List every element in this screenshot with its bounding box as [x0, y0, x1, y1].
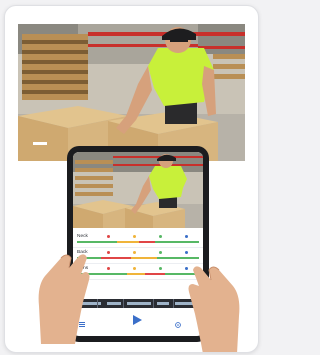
- red-marker-icon: [107, 251, 110, 254]
- blue-marker-icon: [185, 251, 188, 254]
- red-marker-icon: [107, 267, 110, 270]
- row-markers: [99, 250, 199, 255]
- video-timeline-scrubber[interactable]: [77, 299, 199, 308]
- right-hand-image: [188, 266, 240, 352]
- row-markers: [99, 234, 199, 239]
- tablet-video-preview[interactable]: [73, 152, 203, 228]
- warehouse-video-frame: [18, 24, 245, 161]
- green-marker-icon: [159, 235, 162, 238]
- yellow-marker-icon: [133, 235, 136, 238]
- product-card: Neck Back: [4, 5, 259, 353]
- risk-track: [77, 241, 199, 243]
- risk-track: [77, 257, 199, 259]
- yellow-marker-icon: [133, 251, 136, 254]
- warehouse-scene-image: [18, 24, 245, 161]
- left-hand-image: [38, 254, 90, 344]
- tablet-video-image: [73, 152, 203, 228]
- row-label-neck: Neck: [77, 234, 88, 239]
- blue-marker-icon: [185, 235, 188, 238]
- yellow-marker-icon: [133, 267, 136, 270]
- settings-icon[interactable]: [175, 322, 181, 329]
- risk-track: [77, 273, 199, 275]
- red-marker-icon: [107, 235, 110, 238]
- green-marker-icon: [159, 251, 162, 254]
- play-button[interactable]: [131, 314, 143, 326]
- green-marker-icon: [159, 267, 162, 270]
- play-icon: [133, 315, 142, 325]
